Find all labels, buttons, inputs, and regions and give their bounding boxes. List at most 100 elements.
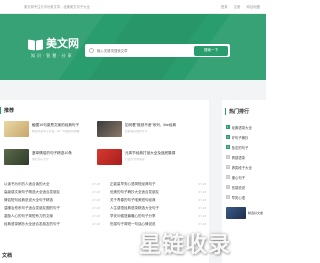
article-desc: 情侣句子大全 [32,158,49,162]
rank-badge: 4 [226,155,230,159]
list-item-title: 正能量早安心语简短经典句子 [110,181,156,186]
list-item[interactable]: 激励人心的句子简短有力的文案 07-18 [4,212,100,220]
article-title: 荟萃情侣的句子精选10条 [32,151,72,156]
list-item[interactable]: 以读书为乐的人适合读的大全 07-18 [4,180,100,188]
list-item-title: 激励人心的句子简短有力的文案 [4,213,53,218]
list-item[interactable]: 温暖治愈系句子适合发朋友圈的句子 07-18 [4,204,100,212]
list-item-date: 07-18 [92,182,100,186]
article-desc: 灯谜大全附答案 [125,158,145,162]
ranking-item[interactable]: 6 暖心句子 [226,172,266,182]
section-title-recommend: 推荐 [0,107,14,114]
ranking-list: 1 经典语录大全 2 好句子摘抄 3 励志的句子 4 情感语录 5 搞笑段子大全 6 暖心句… [226,122,266,202]
list-item-title: 优美的句子摘抄大全适合发朋友 [110,189,159,194]
ranking-item-title: 暖心句子 [231,175,246,180]
list-item-date: 07-18 [92,206,100,210]
sidebar-feature[interactable]: 精选好文章 [226,207,266,219]
article-desc: 精选文案句子合集，每一句都值得收藏 [32,130,80,134]
list-item-date: 07-18 [198,206,206,210]
list-item-title: 人生感悟经典语录精选大全句子 [110,205,159,210]
top-bar: 美文网专注分享优美文章，经典美文句子大全 登录 注册 网站地图 [0,0,266,14]
rank-badge: 1 [226,125,230,129]
list-item[interactable]: 正能量早安心语简短经典句子 07-18 [110,180,206,188]
article-list-right: 正能量早安心语简短经典句子 07-18 优美的句子摘抄大全适合发朋友 07-18 关… [110,180,206,228]
section-title-articles: 文档 [2,253,13,259]
list-item-title: 早安问候语最暖心的句子分享 [110,213,156,218]
ranking-item-title: 伤感说说 [231,185,246,190]
list-item[interactable]: 关于青春的句子唯美短句经典 07-18 [110,196,206,204]
ranking-item[interactable]: 1 经典语录大全 [226,122,266,132]
list-item-title: 以读书为乐的人适合读的大全 [4,181,50,186]
ranking-item[interactable]: 8 早安心语 [226,192,266,202]
ranking-item-title: 励志的句子 [231,145,249,150]
list-item-title: 情侣短句经典说说大全句子精选 [4,197,53,202]
list-item-date: 07-18 [92,214,100,218]
sitemap-link[interactable]: 网站地图 [246,4,260,9]
ranking-item[interactable]: 4 情感语录 [226,152,266,162]
list-item[interactable]: 人生感悟经典语录精选大全句子 07-18 [110,204,206,212]
feature-title: 精选好文章 [248,211,264,215]
search-input[interactable] [94,48,194,53]
sidebar-title: 热门排行 [225,108,249,115]
article-card[interactable]: 如何看"既然不舍"系列，like经典 经典语录摘抄分享 [97,120,195,137]
rank-badge: 2 [226,135,230,139]
hero-banner: 美文网 知识·智慧·分享 搜索一下 [0,14,266,80]
article-thumbnail [4,148,29,165]
ranking-item[interactable]: 2 好句子摘抄 [226,132,266,142]
list-item-date: 07-18 [198,214,206,218]
list-item-title: 温暖治愈系句子适合发朋友圈的句子 [4,205,60,210]
article-title: 元宵节经典打谜大全及谜底集锦 [125,151,176,156]
list-item-date: 07-18 [198,198,206,202]
article-list-left: 以读书为乐的人适合读的大全 07-18 高级感文案句子精选大全适合发朋友 07-18… [4,180,100,228]
rank-badge: 6 [226,175,230,179]
search-bar: 搜索一下 [85,44,230,57]
ranking-item[interactable]: 7 伤感说说 [226,182,266,192]
list-item-title: 关于青春的句子唯美短句经典 [110,197,156,202]
ranking-item[interactable]: 3 励志的句子 [226,142,266,152]
ranking-item-title: 早安心语 [231,195,246,200]
ranking-item-title: 情感语录 [231,155,246,160]
feature-thumbnail [226,207,246,219]
top-bar-text: 美文网专注分享优美文章，经典美文句子大全 [24,5,90,9]
list-item[interactable]: 情侣短句经典说说大全句子精选 07-18 [4,196,100,204]
list-item[interactable]: 早安问候语最暖心的句子分享 07-18 [110,212,206,220]
page: 美文网专注分享优美文章，经典美文句子大全 登录 注册 网站地图 美文网 知识·智… [0,0,266,263]
rank-badge: 7 [226,185,230,189]
article-card[interactable]: 元宵节经典打谜大全及谜底集锦 灯谜大全附答案 [97,148,195,165]
book-icon [28,39,43,50]
ranking-item-title: 搞笑段子大全 [231,165,252,170]
article-card[interactable]: 荟萃情侣的句子精选10条 情侣句子大全 [4,148,102,165]
list-item-date: 07-18 [92,198,100,202]
rank-badge: 8 [226,195,230,199]
list-item-title: 经典语录摘抄大全适合发朋友的句子 [4,221,60,226]
list-item-title: 高级感文案句子精选大全适合发朋友 [4,189,60,194]
list-item-date: 07-18 [92,222,100,226]
list-item-date: 07-18 [198,222,206,226]
list-item[interactable]: 经典语录摘抄大全适合发朋友的句子 07-18 [4,220,100,228]
logo-slogan: 知识·智慧·分享 [31,53,74,58]
logo-text: 美文网 [46,38,79,50]
top-bar-links: 登录 注册 网站地图 [221,4,260,9]
article-thumbnail [97,120,122,137]
ranking-item-title: 经典语录大全 [231,125,252,130]
list-item[interactable]: 高级感文案句子精选大全适合发朋友 07-18 [4,188,100,196]
list-item-date: 07-18 [198,190,206,194]
article-card[interactable]: 触图10句激昂文案的经典句子 精选文案句子合集，每一句都值得收藏 [4,120,102,137]
article-title: 触图10句激昂文案的经典句子 [32,123,80,128]
search-button[interactable]: 搜索一下 [194,45,228,56]
article-thumbnail [4,120,29,137]
login-link[interactable]: 登录 [221,4,228,9]
register-link[interactable]: 注册 [234,4,241,9]
watermark-text: 星链收录 [139,232,232,257]
article-desc: 经典语录摘抄分享 [125,130,148,134]
article-thumbnail [97,148,122,165]
rank-badge: 5 [226,165,230,169]
list-item[interactable]: 优美的句子摘抄大全适合发朋友 07-18 [110,188,206,196]
list-item-date: 07-18 [198,182,206,186]
ranking-item-title: 好句子摘抄 [231,135,249,140]
list-item-date: 07-18 [92,190,100,194]
site-logo[interactable]: 美文网 [28,39,79,50]
rank-badge: 3 [226,145,230,149]
ranking-item[interactable]: 5 搞笑段子大全 [226,162,266,172]
list-item-title: 伤感句子简短一句话心情说说 [110,221,156,226]
article-title: 如何看"既然不舍"系列，like经典 [125,123,177,128]
